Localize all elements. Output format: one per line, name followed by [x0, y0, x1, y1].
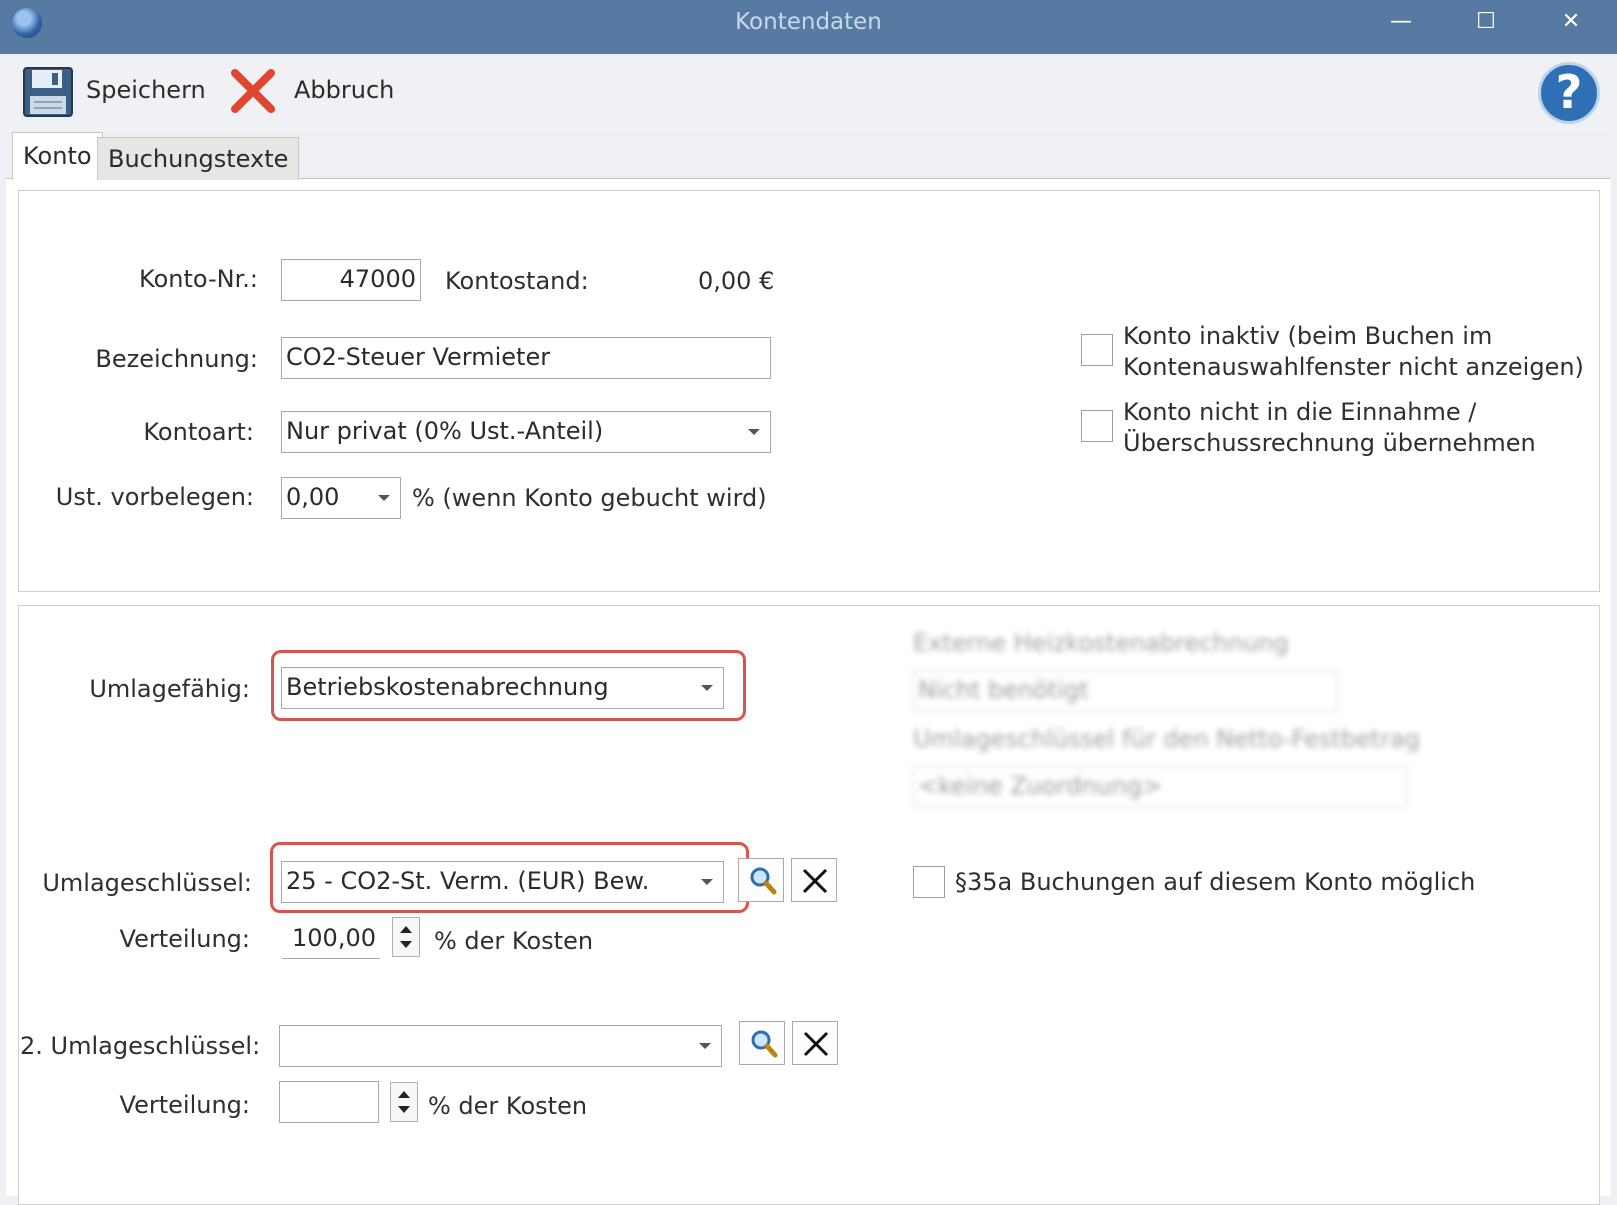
- heating-value: Nicht benötigt: [918, 676, 1089, 704]
- key-clear-button[interactable]: [791, 858, 837, 902]
- distribution2-label: Verteilung:: [119, 1091, 250, 1119]
- distribution-label: Verteilung:: [119, 925, 250, 953]
- floppy-disk-icon: [23, 67, 73, 117]
- inactive-label-line1: Konto inaktiv (beim Buchen im: [1123, 322, 1493, 350]
- inactive-checkbox[interactable]: [1081, 334, 1113, 366]
- key2-search-button[interactable]: [739, 1021, 785, 1065]
- cancel-label: Abbruch: [294, 76, 395, 104]
- help-button[interactable]: ?: [1538, 62, 1600, 124]
- distribution2-spinner[interactable]: [390, 1082, 418, 1122]
- black-x-icon: [802, 868, 828, 894]
- inactive-label-line2: Kontenauswahlfenster nicht anzeigen): [1123, 353, 1584, 381]
- balance-label: Kontostand:: [445, 267, 589, 295]
- name-label: Bezeichnung:: [95, 345, 258, 373]
- key-label: Umlageschlüssel:: [42, 869, 252, 897]
- spinner-arrows-icon: [400, 926, 412, 948]
- minimize-button[interactable]: —: [1366, 0, 1436, 44]
- no-eur-label-line1: Konto nicht in die Einnahme /: [1123, 398, 1477, 426]
- distribution-spinner[interactable]: [392, 917, 420, 957]
- chevron-down-icon: [699, 1043, 711, 1049]
- key2-select[interactable]: [279, 1025, 722, 1067]
- magnifier-icon: [751, 1030, 778, 1058]
- chevron-down-icon: [701, 685, 713, 691]
- no-eur-label-line2: Überschussrechnung übernehmen: [1123, 429, 1536, 457]
- balance-value: 0,00 €: [698, 267, 775, 295]
- distribution-input[interactable]: 100,00: [282, 919, 380, 959]
- account-type-select[interactable]: Nur privat (0% Ust.-Anteil): [281, 411, 771, 453]
- tab-buchungstexte[interactable]: Buchungstexte: [97, 137, 300, 180]
- heating-panel: Externe Heizkostenabrechnung Nicht benöt…: [905, 628, 1505, 818]
- distribution-suffix: % der Kosten: [434, 927, 594, 955]
- account-number-input[interactable]: 47000: [281, 259, 421, 301]
- vat-select[interactable]: 0,00: [281, 477, 401, 519]
- maximize-button[interactable]: ☐: [1451, 0, 1521, 44]
- heating-label: Externe Heizkostenabrechnung: [913, 629, 1289, 657]
- tab-konto[interactable]: Konto: [12, 132, 103, 180]
- net-key-value: <keine Zuordnung>: [918, 772, 1163, 800]
- distribution2-suffix: % der Kosten: [428, 1092, 588, 1120]
- par35a-checkbox[interactable]: [913, 866, 945, 898]
- red-x-icon: [231, 69, 275, 113]
- apportionable-value: Betriebskostenabrechnung: [286, 673, 609, 701]
- key-value: 25 - CO2-St. Verm. (EUR) Bew.: [286, 867, 650, 895]
- key2-clear-button[interactable]: [792, 1021, 838, 1065]
- heating-select[interactable]: Nicht benötigt: [913, 670, 1338, 712]
- black-x-icon: [803, 1031, 829, 1057]
- account-number-label: Konto-Nr.:: [139, 265, 258, 293]
- vat-value: 0,00: [286, 483, 340, 511]
- account-type-label: Kontoart:: [143, 418, 254, 446]
- question-icon: ?: [1555, 65, 1583, 119]
- tab-buchungstexte-label: Buchungstexte: [108, 145, 289, 173]
- minimize-icon: —: [1390, 9, 1412, 34]
- save-button[interactable]: Speichern: [20, 64, 206, 118]
- vat-suffix: % (wenn Konto gebucht wird): [412, 484, 767, 512]
- account-type-value: Nur privat (0% Ust.-Anteil): [286, 417, 604, 445]
- chevron-down-icon: [748, 429, 760, 435]
- apportionable-select[interactable]: Betriebskostenabrechnung: [281, 667, 724, 709]
- close-icon: ✕: [1561, 9, 1581, 34]
- magnifier-icon: [750, 867, 777, 895]
- cancel-button[interactable]: Abbruch: [228, 64, 398, 118]
- name-input[interactable]: CO2-Steuer Vermieter: [281, 337, 771, 379]
- key2-label: 2. Umlageschlüssel:: [20, 1032, 261, 1060]
- par35a-label: §35a Buchungen auf diesem Konto möglich: [955, 868, 1476, 896]
- key-select[interactable]: 25 - CO2-St. Verm. (EUR) Bew.: [281, 861, 724, 903]
- spinner-arrows-icon: [398, 1091, 410, 1113]
- no-eur-checkbox[interactable]: [1081, 410, 1113, 442]
- chevron-down-icon: [378, 495, 390, 501]
- save-label: Speichern: [86, 76, 206, 104]
- tab-konto-label: Konto: [23, 142, 92, 170]
- key-search-button[interactable]: [738, 858, 784, 902]
- distribution2-input[interactable]: [279, 1081, 379, 1123]
- account-group: [18, 190, 1600, 592]
- apportionable-label: Umlagefähig:: [89, 675, 250, 703]
- close-button[interactable]: ✕: [1536, 0, 1606, 44]
- vat-label: Ust. vorbelegen:: [55, 483, 254, 511]
- chevron-down-icon: [701, 879, 713, 885]
- maximize-icon: ☐: [1476, 9, 1496, 34]
- net-key-label: Umlageschlüssel für den Netto-Festbetrag: [913, 725, 1420, 753]
- net-key-select[interactable]: <keine Zuordnung>: [913, 766, 1408, 808]
